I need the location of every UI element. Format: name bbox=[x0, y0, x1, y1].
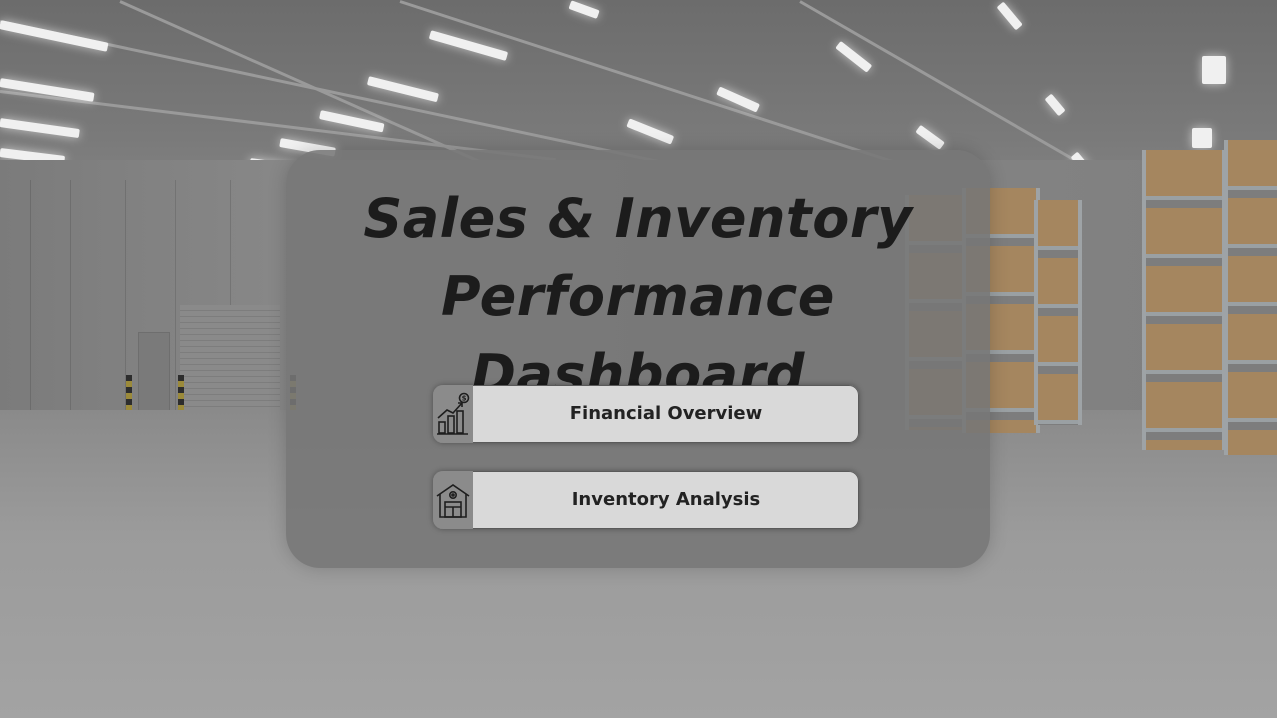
inventory-analysis-label: Inventory Analysis bbox=[571, 489, 761, 510]
dashboard-title-line-1: Sales & Inventory bbox=[363, 187, 913, 250]
financial-growth-icon: $ bbox=[433, 385, 473, 443]
dashboard-title: Sales & Inventory Performance Dashboard bbox=[286, 180, 990, 414]
warehouse-icon bbox=[433, 471, 473, 529]
financial-overview-label: Financial Overview bbox=[569, 403, 763, 424]
title-card: Sales & Inventory Performance Dashboard … bbox=[286, 150, 990, 568]
dashboard-landing: Sales & Inventory Performance Dashboard … bbox=[0, 0, 1277, 718]
svg-text:$: $ bbox=[462, 395, 467, 403]
financial-overview-button[interactable]: $ Financial Overview bbox=[433, 385, 859, 443]
inventory-analysis-button[interactable]: Inventory Analysis bbox=[433, 471, 859, 529]
